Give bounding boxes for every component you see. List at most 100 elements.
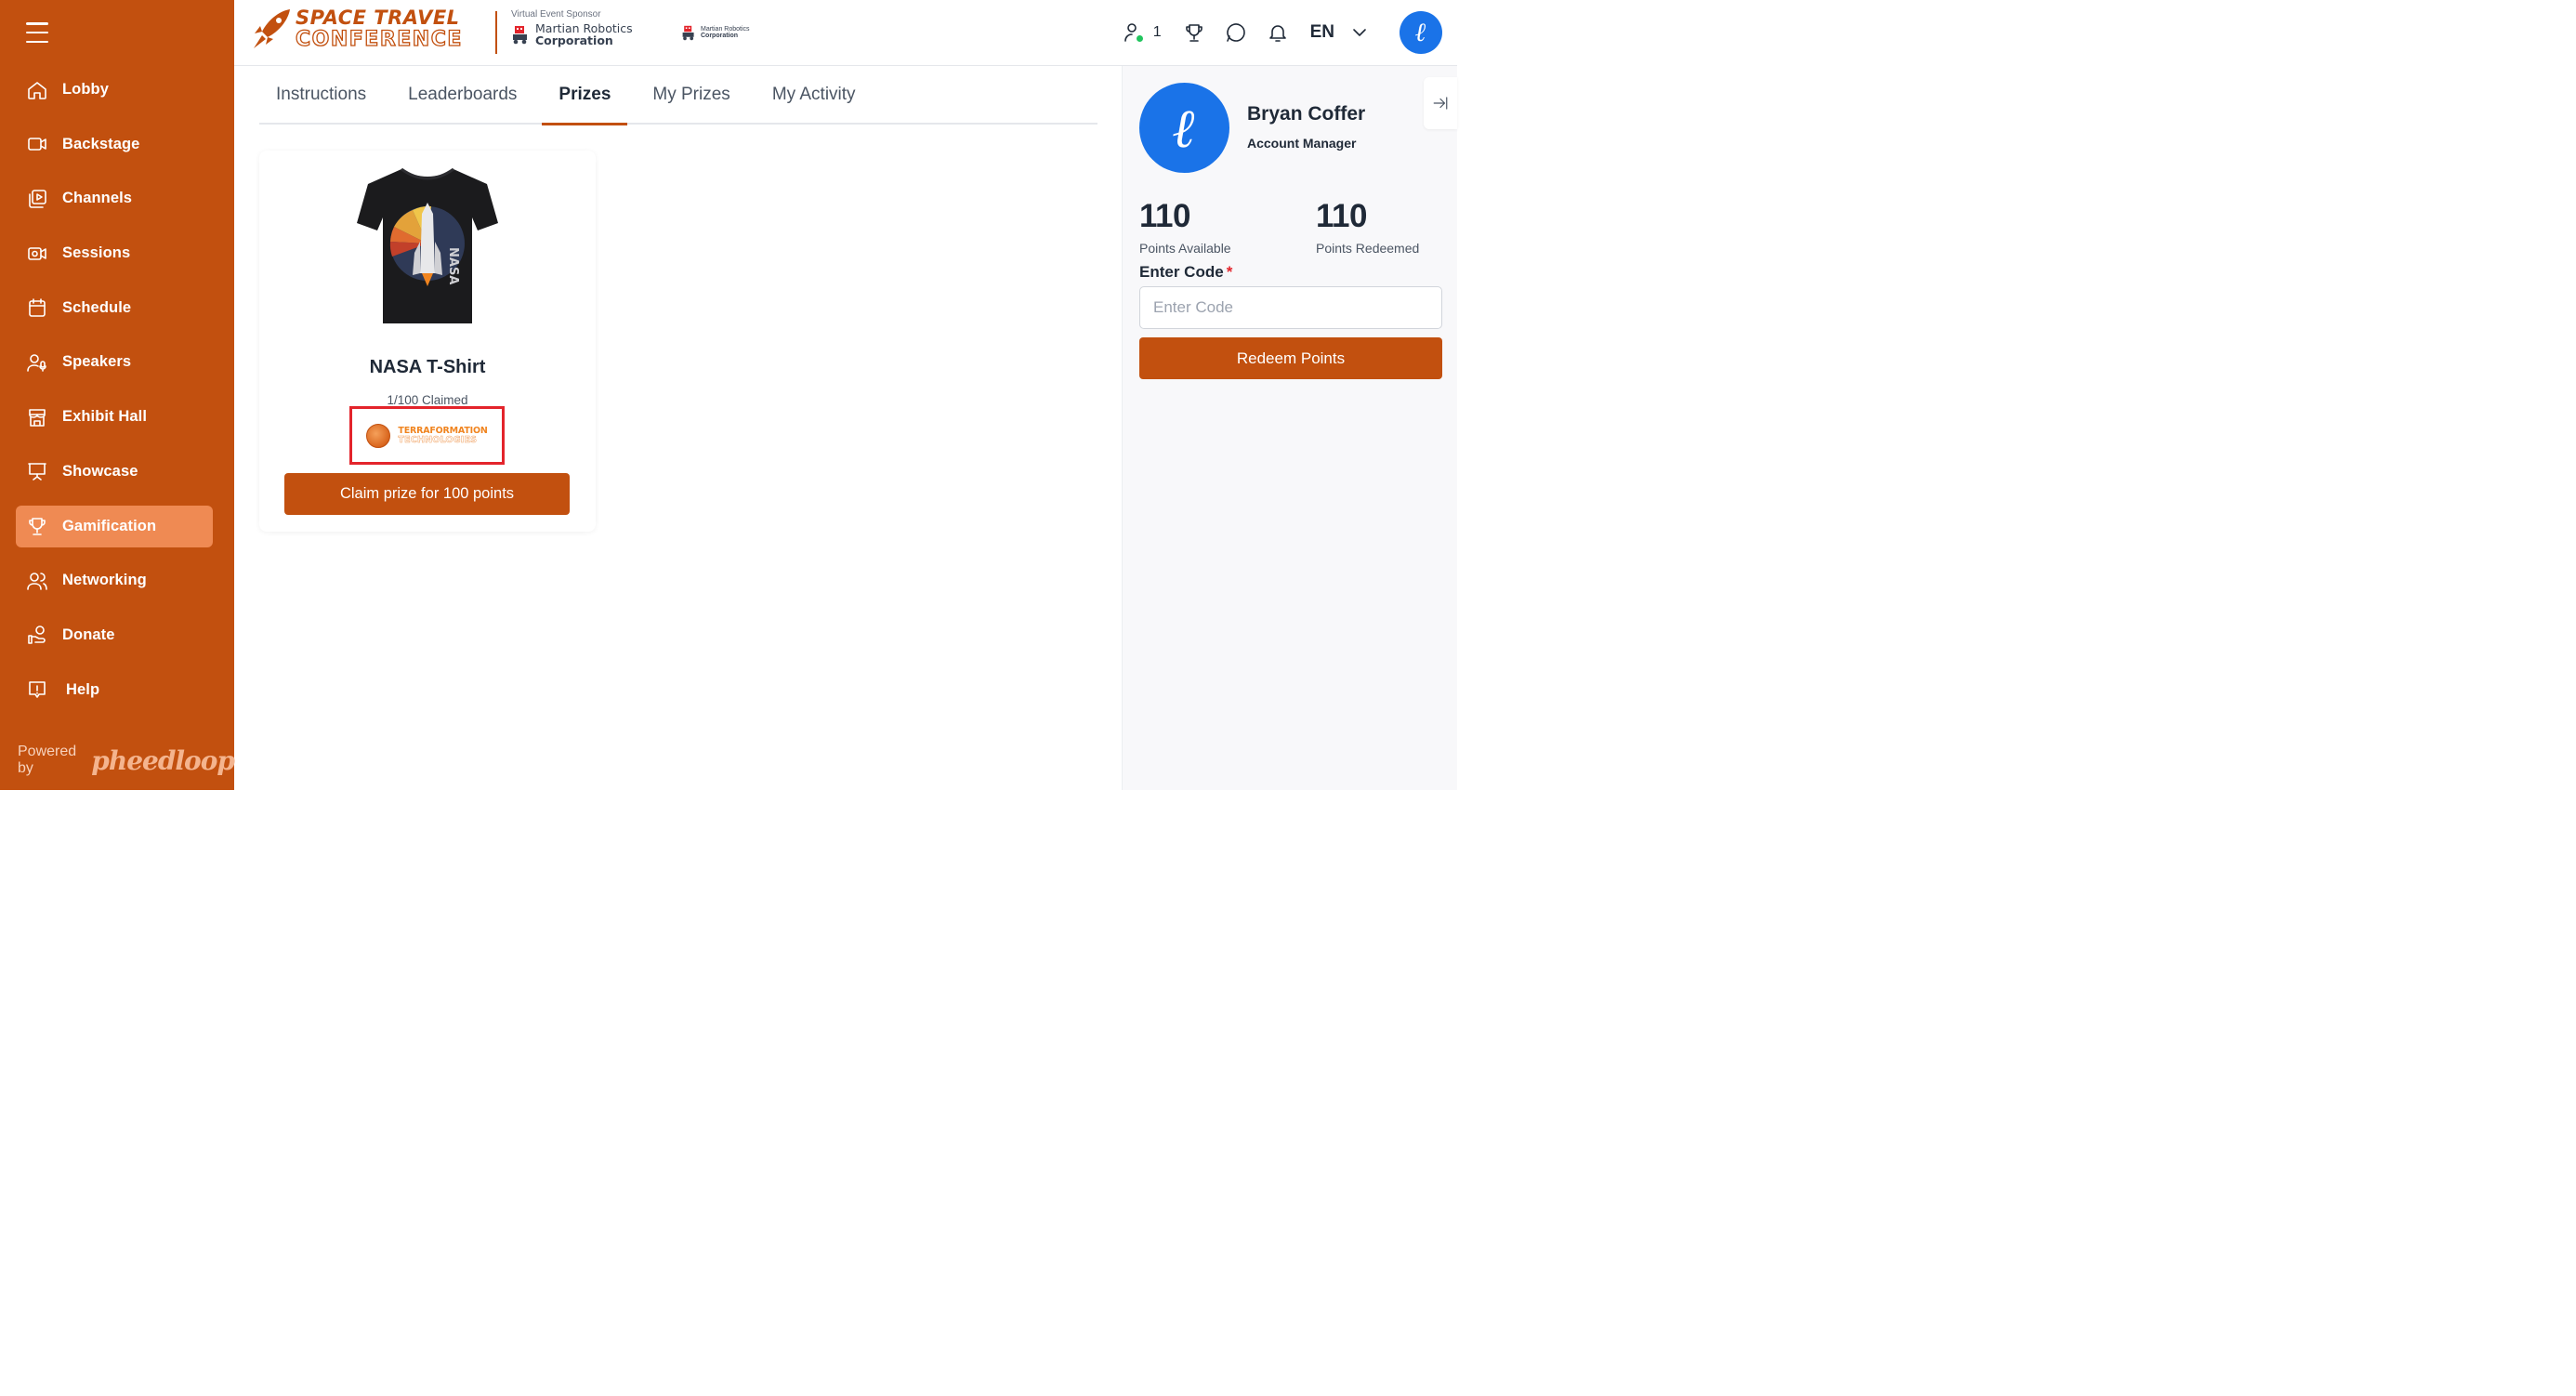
sidebar-item-label: Exhibit Hall <box>62 408 148 426</box>
calendar-icon <box>25 296 49 320</box>
sidebar-item-lobby[interactable]: Lobby <box>16 69 213 111</box>
prize-claimed-count: 1/100 Claimed <box>387 393 468 407</box>
sidebar-item-sessions[interactable]: Sessions <box>16 232 213 274</box>
profile-role: Account Manager <box>1247 136 1357 151</box>
sidebar-item-label: Donate <box>62 626 115 643</box>
sidebar-item-help[interactable]: Help <box>16 669 213 711</box>
people-icon <box>25 569 49 593</box>
collapse-right-icon <box>1433 97 1448 110</box>
home-icon <box>25 78 49 102</box>
points-redeemed-value: 110 <box>1316 198 1367 234</box>
points-available: 110 Points Available <box>1139 198 1231 256</box>
tab-my-activity[interactable]: My Activity <box>756 66 873 124</box>
tshirt-image: NASA <box>357 167 498 323</box>
sponsor2-name-line2: Corporation <box>701 33 739 39</box>
sponsor-line2: TECHNOLOGIES <box>398 434 478 445</box>
robot-icon <box>513 26 527 45</box>
video-icon <box>25 132 49 156</box>
booth-icon <box>25 405 49 429</box>
sidebar-item-label: Schedule <box>62 298 132 316</box>
code-label: Enter Code * <box>1139 263 1232 282</box>
sidebar-nav: Lobby Backstage Channels Sessions Schedu… <box>16 69 213 723</box>
sidebar-item-label: Networking <box>62 572 147 589</box>
sidebar-item-exhibit-hall[interactable]: Exhibit Hall <box>16 396 213 438</box>
prize-sponsor-logo[interactable]: TERRAFORMATION TECHNOLOGIES <box>349 406 505 465</box>
bell-icon[interactable] <box>1266 20 1290 45</box>
sponsor2-name-line1: Martian Robotics <box>701 25 750 33</box>
code-label-text: Enter Code <box>1139 263 1224 281</box>
profile-avatar: ℓ <box>1139 83 1229 173</box>
pheedloop-logo[interactable]: pheedloop <box>91 745 235 776</box>
camera-icon <box>25 242 49 266</box>
powered-by: Powered by pheedloop <box>18 744 235 777</box>
enter-code-input[interactable] <box>1139 286 1442 329</box>
sidebar-item-donate[interactable]: Donate <box>16 614 213 656</box>
online-count: 1 <box>1152 24 1162 40</box>
trophy-icon <box>25 514 49 538</box>
points-available-label: Points Available <box>1139 241 1231 256</box>
sponsor-line1: TERRAFORMATION <box>398 425 488 436</box>
required-marker: * <box>1226 263 1233 281</box>
sidebar-item-label: Gamification <box>62 517 157 534</box>
profile-name: Bryan Coffer <box>1247 103 1366 125</box>
collapse-panel-button[interactable] <box>1424 77 1457 129</box>
sponsor-name-line2: Corporation <box>535 33 613 48</box>
tab-prizes[interactable]: Prizes <box>542 66 628 125</box>
prize-title: NASA T-Shirt <box>369 357 486 377</box>
online-users[interactable]: 1 <box>1122 20 1162 45</box>
planet-icon <box>366 423 391 448</box>
points-redeemed: 110 Points Redeemed <box>1316 198 1419 256</box>
brand-title: SPACE TRAVEL <box>296 6 460 29</box>
profile-panel: ℓ Bryan Coffer Account Manager 110 Point… <box>1122 66 1457 790</box>
sidebar-item-label: Channels <box>62 190 133 207</box>
sidebar-item-label: Help <box>66 680 100 698</box>
language-select[interactable]: EN <box>1310 20 1372 45</box>
sidebar-item-label: Lobby <box>62 81 109 98</box>
sponsor-block[interactable]: Virtual Event Sponsor Martian Robotics C… <box>511 9 633 46</box>
chevron-down-icon <box>1347 20 1372 45</box>
claim-prize-button[interactable]: Claim prize for 100 points <box>284 473 570 515</box>
top-header: SPACE TRAVEL CONFERENCE Virtual Event Sp… <box>234 0 1457 66</box>
tab-my-prizes[interactable]: My Prizes <box>636 66 746 124</box>
online-dot <box>1135 34 1144 43</box>
sidebar-item-showcase[interactable]: Showcase <box>16 451 213 493</box>
menu-icon[interactable] <box>26 22 48 43</box>
avatar[interactable]: ℓ <box>1400 11 1442 54</box>
presentation-icon <box>25 459 49 483</box>
points-redeemed-label: Points Redeemed <box>1316 241 1420 256</box>
sidebar-item-label: Speakers <box>62 353 132 371</box>
gamification-tabs: Instructions Leaderboards Prizes My Priz… <box>259 67 1097 125</box>
sidebar-item-label: Showcase <box>62 462 138 480</box>
shirt-text: NASA <box>446 247 460 284</box>
language-value: EN <box>1309 22 1334 42</box>
robot-icon <box>682 25 694 41</box>
powered-by-label: Powered by <box>18 744 77 776</box>
prize-card: NASA NASA T-Shirt 1/100 Claimed TERRAFOR… <box>259 151 596 532</box>
points-available-value: 110 <box>1139 198 1190 234</box>
tab-leaderboards[interactable]: Leaderboards <box>391 66 533 124</box>
channels-icon <box>25 187 49 211</box>
sidebar-item-channels[interactable]: Channels <box>16 178 213 219</box>
donate-icon <box>25 623 49 647</box>
sidebar-item-networking[interactable]: Networking <box>16 560 213 601</box>
sponsor-label: Virtual Event Sponsor <box>511 9 601 20</box>
speaker-icon <box>25 350 49 375</box>
tab-instructions[interactable]: Instructions <box>259 66 383 124</box>
sidebar-item-speakers[interactable]: Speakers <box>16 341 213 383</box>
chat-icon[interactable] <box>1224 20 1248 45</box>
sidebar-item-backstage[interactable]: Backstage <box>16 124 213 165</box>
help-icon <box>25 678 49 702</box>
rocket-icon <box>254 9 290 48</box>
sponsor-logo-small[interactable]: Martian Robotics Corporation <box>681 24 750 41</box>
sidebar-item-schedule[interactable]: Schedule <box>16 287 213 329</box>
header-actions: 1 EN ℓ <box>1122 9 1442 56</box>
sidebar: Lobby Backstage Channels Sessions Schedu… <box>0 0 235 790</box>
redeem-points-button[interactable]: Redeem Points <box>1139 337 1442 379</box>
conference-logo[interactable]: SPACE TRAVEL CONFERENCE <box>251 7 463 50</box>
sidebar-item-label: Backstage <box>62 135 140 152</box>
sidebar-item-label: Sessions <box>62 244 131 262</box>
brand-subtitle: CONFERENCE <box>295 27 463 51</box>
divider <box>495 11 497 54</box>
trophy-icon[interactable] <box>1182 20 1206 45</box>
sidebar-item-gamification[interactable]: Gamification <box>16 505 213 547</box>
